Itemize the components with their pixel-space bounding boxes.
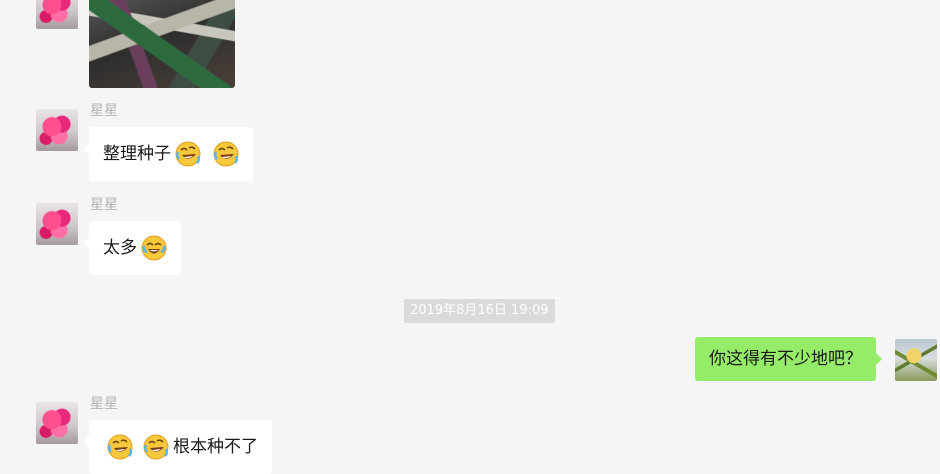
sender-name: 星星: [90, 396, 118, 412]
message-text: 太多: [103, 238, 137, 258]
sender-name: 星星: [90, 103, 118, 119]
message-bubble[interactable]: 你这得有不少地吧？: [695, 337, 882, 381]
sender-avatar[interactable]: [36, 402, 78, 444]
rolling-laughing-emoji: [143, 434, 169, 460]
message-text: 你这得有不少地吧？: [709, 349, 862, 369]
rolling-laughing-emoji: [175, 141, 201, 167]
seed-packets-photo[interactable]: [89, 0, 235, 88]
message-bubble[interactable]: 整理种子: [83, 127, 253, 181]
tears-of-joy-emoji: [141, 235, 167, 261]
self-avatar[interactable]: [895, 339, 937, 381]
sender-avatar[interactable]: [36, 203, 78, 245]
message-text: 根本种不了: [173, 437, 258, 457]
message-bubble[interactable]: 根本种不了: [83, 420, 272, 474]
sender-name: 星星: [90, 197, 118, 213]
sender-avatar[interactable]: [36, 0, 78, 29]
message-text: 整理种子: [103, 144, 171, 164]
message-bubble[interactable]: 太多: [83, 221, 181, 275]
rolling-laughing-emoji: [213, 141, 239, 167]
sender-avatar[interactable]: [36, 109, 78, 151]
rolling-laughing-emoji: [107, 434, 133, 460]
timestamp-badge: 2019年8月16日 19:09: [404, 299, 555, 323]
